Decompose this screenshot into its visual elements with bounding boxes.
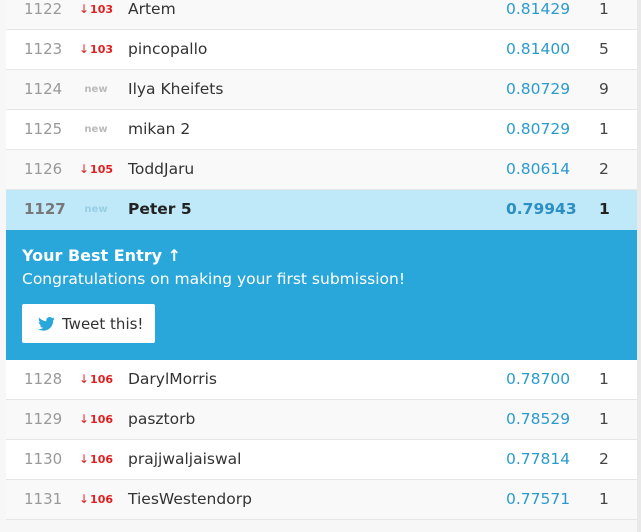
leaderboard-row[interactable]: 1128 ↓106 DarylMorris 0.78700 1 (6, 360, 641, 400)
scrollbar[interactable] (637, 0, 641, 532)
team-name: prajjwaljaiswal (128, 450, 242, 468)
score: 0.79943 (506, 200, 577, 218)
rank-down-icon: ↓ (78, 452, 90, 466)
rank: 1127 (24, 200, 66, 218)
rank-change-new-badge: new (84, 204, 108, 215)
rank-change-new-badge: new (84, 124, 108, 135)
leaderboard-row[interactable]: 1123 ↓103 pincopallo 0.81400 5 (6, 30, 641, 70)
rank: 1130 (24, 450, 63, 468)
rank-down-icon: ↓ (78, 492, 90, 506)
entries-count: 1 (599, 120, 609, 138)
score: 0.78700 (506, 370, 571, 388)
team-name: pasztorb (128, 410, 196, 428)
leaderboard-row[interactable]: 1126 ↓105 ToddJaru 0.80614 2 (6, 150, 641, 190)
team-name: Ilya Kheifets (128, 80, 224, 98)
rank: 1125 (24, 120, 63, 138)
rank: 1124 (24, 80, 63, 98)
team-name: pincopallo (128, 40, 208, 58)
team-name: Artem (128, 0, 176, 18)
entries-count: 2 (599, 450, 609, 468)
rank-change: ↓106 (78, 360, 114, 399)
leaderboard: 1122 ↓103 Artem 0.81429 1 1123 ↓103 pinc… (6, 0, 641, 520)
score: 0.77814 (506, 450, 571, 468)
leaderboard-row[interactable]: 1129 ↓106 pasztorb 0.78529 1 (6, 400, 641, 440)
rank-down-icon: ↓ (78, 372, 90, 386)
rank: 1128 (24, 370, 63, 388)
leaderboard-row[interactable]: 1122 ↓103 Artem 0.81429 1 (6, 0, 641, 30)
rank-change-value: 106 (90, 453, 114, 466)
rank-change-value: 106 (90, 493, 114, 506)
rank-change: ↓106 (78, 400, 114, 439)
rank-down-icon: ↓ (78, 412, 90, 426)
rank-change: ↓105 (78, 150, 114, 189)
leaderboard-row[interactable]: 1124 new Ilya Kheifets 0.80729 9 (6, 70, 641, 110)
rank-change: ↓103 (78, 30, 114, 69)
team-name: mikan 2 (128, 120, 191, 138)
rank-change-value: 103 (90, 43, 114, 56)
team-name: Peter 5 (128, 200, 192, 218)
score: 0.80729 (506, 120, 571, 138)
entries-count: 1 (599, 0, 609, 18)
rank-change-new-badge: new (84, 84, 108, 95)
entries-count: 5 (599, 40, 609, 58)
team-name: ToddJaru (128, 160, 195, 178)
score: 0.81429 (506, 0, 571, 18)
entries-count: 1 (599, 410, 609, 428)
tweet-button[interactable]: Tweet this! (22, 304, 155, 343)
rank-change-value: 106 (90, 373, 114, 386)
rank: 1126 (24, 160, 63, 178)
rank-change: ↓106 (78, 440, 114, 479)
score: 0.78529 (506, 410, 571, 428)
rank-down-icon: ↓ (78, 2, 90, 16)
banner-title: Your Best Entry ↑ (22, 246, 182, 265)
leaderboard-row[interactable]: 1125 new mikan 2 0.80729 1 (6, 110, 641, 150)
score: 0.80729 (506, 80, 571, 98)
rank: 1122 (24, 0, 63, 18)
best-entry-banner: Your Best Entry ↑ Congratulations on mak… (6, 230, 641, 360)
banner-message: Congratulations on making your first sub… (22, 270, 406, 288)
entries-count: 1 (599, 370, 609, 388)
rank-change-value: 103 (90, 3, 114, 16)
rank-change-value: 105 (90, 163, 114, 176)
entries-count: 9 (599, 80, 609, 98)
rank: 1129 (24, 410, 63, 428)
twitter-icon (38, 316, 55, 331)
team-name: DarylMorris (128, 370, 217, 388)
entries-count: 2 (599, 160, 609, 178)
rank-change-value: 106 (90, 413, 114, 426)
team-name: TiesWestendorp (128, 490, 252, 508)
entries-count: 1 (599, 200, 610, 218)
entries-count: 1 (599, 490, 609, 508)
rank-down-icon: ↓ (78, 42, 90, 56)
rank-change: ↓106 (78, 480, 114, 519)
score: 0.81400 (506, 40, 571, 58)
rank-down-icon: ↓ (78, 162, 90, 176)
rank-change: ↓103 (78, 0, 114, 29)
leaderboard-row[interactable]: 1131 ↓106 TiesWestendorp 0.77571 1 (6, 480, 641, 520)
rank: 1131 (24, 490, 63, 508)
rank: 1123 (24, 40, 63, 58)
score: 0.77571 (506, 490, 571, 508)
leaderboard-row-highlighted[interactable]: 1127 new Peter 5 0.79943 1 (6, 190, 641, 230)
score: 0.80614 (506, 160, 571, 178)
tweet-button-label: Tweet this! (62, 314, 144, 333)
leaderboard-row[interactable]: 1130 ↓106 prajjwaljaiswal 0.77814 2 (6, 440, 641, 480)
